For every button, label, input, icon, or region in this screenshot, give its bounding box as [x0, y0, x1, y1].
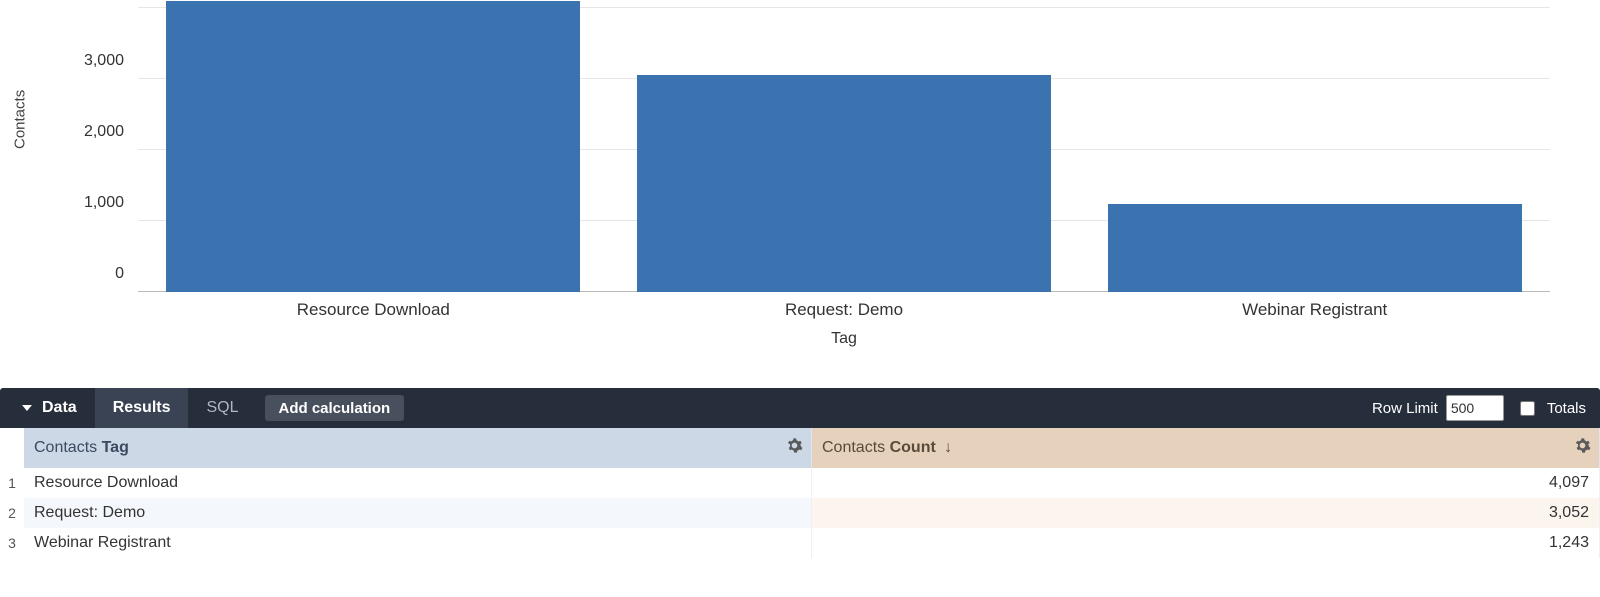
cell-tag: Resource Download	[24, 468, 812, 498]
cell-tag: Request: Demo	[24, 498, 812, 528]
category-label: Resource Download	[138, 300, 609, 320]
column-header-tag[interactable]: Contacts Tag	[24, 428, 812, 468]
category-label: Webinar Registrant	[1079, 300, 1550, 320]
plot-area[interactable]: 01,0002,0003,0004,000	[138, 8, 1550, 292]
data-section-toggle[interactable]: Data	[0, 388, 95, 428]
row-number: 3	[0, 528, 24, 558]
totals-label: Totals	[1547, 400, 1586, 417]
cell-count: 4,097	[812, 468, 1600, 498]
add-calculation-button[interactable]: Add calculation	[265, 395, 405, 421]
row-limit-input[interactable]	[1446, 395, 1504, 421]
chart: Contacts 01,0002,0003,0004,000 Resource …	[0, 0, 1600, 360]
totals-checkbox[interactable]	[1520, 401, 1535, 416]
y-tick-label: 0	[115, 265, 124, 283]
y-tick-label: 2,000	[84, 123, 124, 141]
row-limit-label: Row Limit	[1372, 400, 1438, 417]
column-header-count[interactable]: Contacts Count ↓	[812, 428, 1600, 468]
bar[interactable]	[637, 75, 1051, 292]
gear-icon[interactable]	[1574, 437, 1591, 459]
y-tick-label: 3,000	[84, 52, 124, 70]
sort-desc-icon: ↓	[944, 439, 952, 456]
table-header: Contacts Tag Contacts Count ↓	[0, 428, 1600, 468]
data-toolbar: Data Results SQL Add calculation Row Lim…	[0, 388, 1600, 428]
cell-count: 1,243	[812, 528, 1600, 558]
x-axis-label: Tag	[138, 330, 1550, 348]
y-tick-label: 1,000	[84, 194, 124, 212]
gear-icon[interactable]	[786, 437, 803, 459]
data-label: Data	[42, 399, 77, 417]
row-number: 1	[0, 468, 24, 498]
category-labels: Resource DownloadRequest: DemoWebinar Re…	[138, 300, 1550, 320]
y-axis-label: Contacts	[12, 90, 29, 149]
cell-tag: Webinar Registrant	[24, 528, 812, 558]
table-row[interactable]: 1Resource Download4,097	[0, 468, 1600, 498]
bar[interactable]	[166, 1, 580, 292]
bars	[138, 8, 1550, 292]
caret-down-icon	[22, 405, 32, 411]
tab-sql[interactable]: SQL	[188, 388, 256, 428]
tab-results[interactable]: Results	[95, 388, 189, 428]
table-row[interactable]: 3Webinar Registrant1,243	[0, 528, 1600, 558]
row-number: 2	[0, 498, 24, 528]
results-table: Contacts Tag Contacts Count ↓ 1Resource …	[0, 428, 1600, 558]
cell-count: 3,052	[812, 498, 1600, 528]
bar[interactable]	[1108, 204, 1522, 292]
table-row[interactable]: 2Request: Demo3,052	[0, 498, 1600, 528]
category-label: Request: Demo	[609, 300, 1080, 320]
